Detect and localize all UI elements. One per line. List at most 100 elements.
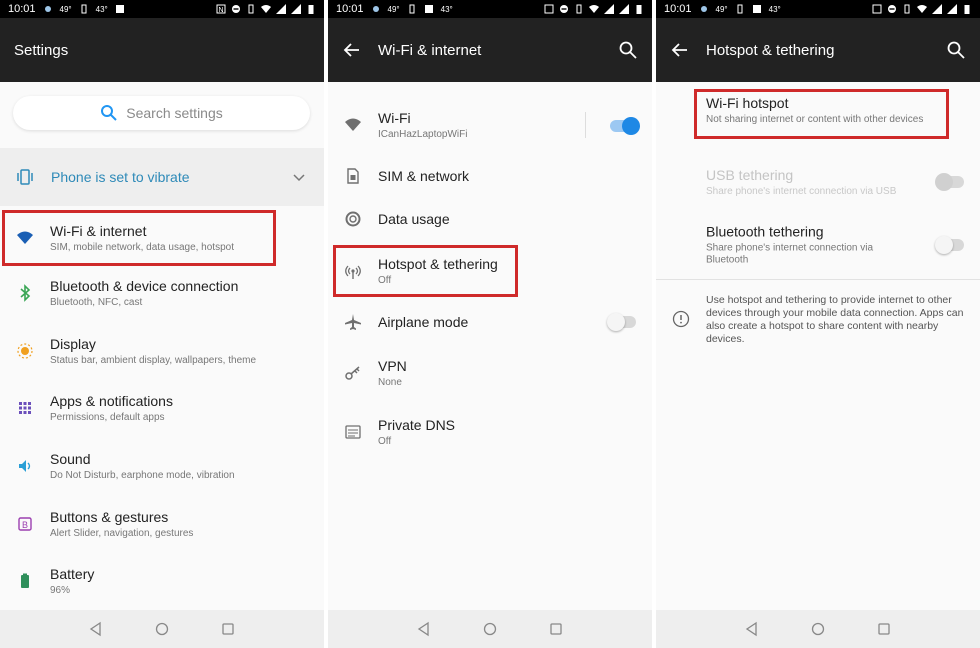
image-icon <box>752 5 761 13</box>
nav-back-icon[interactable] <box>744 621 760 637</box>
chevron-down-icon[interactable] <box>292 170 306 184</box>
row-subtitle: Off <box>378 275 392 286</box>
airplane-mode-item[interactable]: Airplane mode <box>328 294 652 350</box>
status-bar: 10:01 49° 43° <box>656 0 980 18</box>
row-title: Apps & notifications <box>50 393 173 409</box>
nav-back-icon[interactable] <box>416 621 432 637</box>
signal-icon <box>276 4 286 14</box>
toggle-knob <box>607 313 625 331</box>
search-area: Search settings <box>0 82 324 148</box>
row-title: Bluetooth tethering <box>706 223 824 240</box>
back-arrow-icon[interactable] <box>342 40 362 60</box>
status-time: 10:01 <box>336 3 364 15</box>
row-subtitle: Permissions, default apps <box>50 412 165 423</box>
row-subtitle: Bluetooth, NFC, cast <box>50 297 143 308</box>
settings-item-sound[interactable]: Sound Do Not Disturb, earphone mode, vibr… <box>0 438 324 494</box>
page-title: Hotspot & tethering <box>706 41 835 59</box>
signal-2-icon <box>619 4 629 14</box>
signal-2-icon <box>947 4 957 14</box>
wifi-toggle[interactable] <box>610 117 640 135</box>
vibrate-text: Phone is set to vibrate <box>51 169 190 185</box>
bluetooth-icon <box>16 284 34 302</box>
apps-icon <box>16 399 34 417</box>
hotspot-icon <box>344 262 362 280</box>
row-text: Wi-Fi hotspot Not sharing internet or co… <box>706 95 923 125</box>
toggle-knob <box>622 117 640 135</box>
row-title: Wi-Fi <box>378 110 411 126</box>
search-icon[interactable] <box>618 40 638 60</box>
hotspot-tethering-item[interactable]: Hotspot & tethering Off <box>328 243 652 299</box>
vibrate-suggestion[interactable]: Phone is set to vibrate <box>0 148 324 206</box>
row-subtitle: 96% <box>50 585 71 596</box>
status-temp-1: 49° <box>715 4 728 14</box>
signal-icon <box>604 4 614 14</box>
nfc-icon <box>872 4 882 14</box>
data-usage-item[interactable]: Data usage <box>328 191 652 247</box>
bluetooth-tethering-item[interactable]: Bluetooth tethering Share phone's intern… <box>656 216 980 274</box>
airplane-mode-toggle[interactable] <box>607 313 636 331</box>
row-text: Apps & notifications Permissions, default… <box>50 393 173 423</box>
volume-icon <box>16 457 34 475</box>
usb-tethering-toggle[interactable] <box>935 173 964 191</box>
wifi-status-icon <box>589 5 599 13</box>
bluetooth-tethering-toggle[interactable] <box>935 236 964 254</box>
settings-item-apps[interactable]: Apps & notifications Permissions, default… <box>0 380 324 436</box>
wifi-hotspot-item[interactable]: Wi-Fi hotspot Not sharing internet or co… <box>656 82 980 138</box>
settings-item-battery[interactable]: Battery 96% <box>0 553 324 609</box>
toggle-divider <box>585 112 586 138</box>
nav-back-icon[interactable] <box>88 621 104 637</box>
row-title: Sound <box>50 451 91 467</box>
row-title: Battery <box>50 566 95 582</box>
row-text: Airplane mode <box>378 314 468 330</box>
row-text: Buttons & gestures Alert Slider, navigati… <box>50 509 193 539</box>
private-dns-item[interactable]: Private DNS Off <box>328 404 652 460</box>
row-text: Display Status bar, ambient display, wall… <box>50 336 256 366</box>
nav-recents-icon[interactable] <box>876 621 892 637</box>
vibrate-status-icon <box>248 4 254 14</box>
settings-item-bluetooth[interactable]: Bluetooth & device connection Bluetooth, … <box>0 265 324 321</box>
back-arrow-icon[interactable] <box>670 40 690 60</box>
app-bar: Settings <box>0 18 324 82</box>
search-input[interactable]: Search settings <box>13 96 310 130</box>
airplane-icon <box>344 313 362 331</box>
nav-home-icon[interactable] <box>810 621 826 637</box>
divider <box>656 279 980 280</box>
row-subtitle: Alert Slider, navigation, gestures <box>50 528 194 539</box>
settings-item-buttons-gestures[interactable]: B Buttons & gestures Alert Slider, navigat… <box>0 496 324 552</box>
row-title: Airplane mode <box>378 314 469 330</box>
svg-text:B: B <box>22 520 28 530</box>
usb-tethering-item[interactable]: USB tethering Share phone's internet con… <box>656 153 980 211</box>
nav-home-icon[interactable] <box>154 621 170 637</box>
settings-item-wifi-internet[interactable]: Wi-Fi & internet SIM, mobile network, dat… <box>0 210 324 266</box>
row-title: Private DNS <box>378 417 456 433</box>
signal-2-icon <box>291 4 301 14</box>
row-text: Wi-Fi ICanHazLaptopWiFi <box>378 110 467 140</box>
row-title: Buttons & gestures <box>50 509 169 525</box>
nav-recents-icon[interactable] <box>548 621 564 637</box>
row-title: Display <box>50 336 96 352</box>
row-title: USB tethering <box>706 167 794 183</box>
wifi-item[interactable]: Wi-Fi ICanHazLaptopWiFi <box>328 97 652 153</box>
wifi-internet-panel: 10:01 49° 43° Wi-Fi & internet Wi-Fi ICan… <box>328 0 652 648</box>
search-icon[interactable] <box>946 40 966 60</box>
nav-home-icon[interactable] <box>482 621 498 637</box>
search-placeholder: Search settings <box>126 105 223 121</box>
row-text: Private DNS Off <box>378 417 455 447</box>
phone-icon <box>737 4 743 14</box>
vpn-item[interactable]: VPN None <box>328 345 652 401</box>
sim-icon <box>344 167 362 185</box>
status-temp-1: 49° <box>387 4 400 14</box>
dnd-icon <box>888 5 896 13</box>
row-title: Data usage <box>378 211 450 227</box>
row-text: Data usage <box>378 211 450 227</box>
battery-status-icon <box>308 5 314 14</box>
toggle-knob <box>935 236 953 254</box>
nav-recents-icon[interactable] <box>220 621 236 637</box>
dns-icon <box>344 423 362 441</box>
data-usage-icon <box>344 210 362 228</box>
row-subtitle: None <box>378 377 402 388</box>
status-temp-2: 43° <box>440 4 453 14</box>
wifi-icon <box>344 116 362 134</box>
row-subtitle: Do Not Disturb, earphone mode, vibration <box>50 470 235 481</box>
settings-item-display[interactable]: Display Status bar, ambient display, wall… <box>0 323 324 379</box>
